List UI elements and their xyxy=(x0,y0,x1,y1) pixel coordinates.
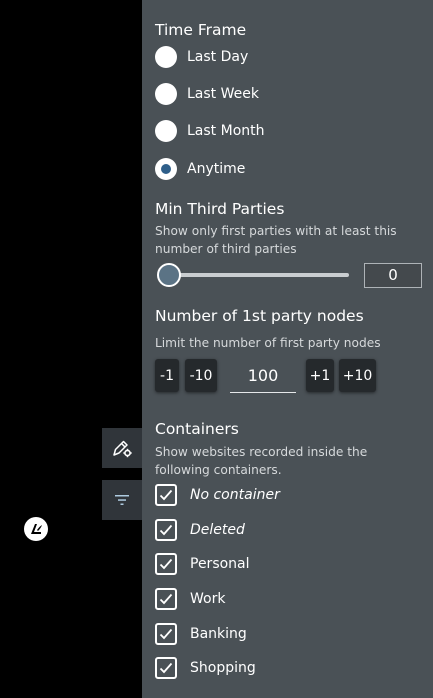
containers-description: Show websites recorded inside the follow… xyxy=(155,445,368,477)
radio-button-selected[interactable] xyxy=(155,158,177,180)
filter-panel: Time Frame Last Day Last Week Last Month… xyxy=(142,0,433,698)
lightbeam-logo-icon[interactable] xyxy=(24,517,48,541)
container-label: Shopping xyxy=(190,660,256,676)
checkmark-icon xyxy=(159,558,173,570)
first-party-nodes-description: Limit the number of first party nodes xyxy=(155,336,381,350)
settings-pencil-icon xyxy=(113,440,132,458)
radio-last-week[interactable]: Last Week xyxy=(155,82,259,106)
first-party-nodes-input[interactable]: 100 xyxy=(230,362,296,393)
checkmark-icon xyxy=(159,628,173,640)
radio-last-day[interactable]: Last Day xyxy=(155,45,248,69)
container-label: Personal xyxy=(190,556,250,572)
radio-label: Last Month xyxy=(187,123,265,139)
checkbox[interactable] xyxy=(155,484,177,506)
containers-title: Containers xyxy=(155,420,239,438)
radio-anytime[interactable]: Anytime xyxy=(155,157,245,181)
checkbox[interactable] xyxy=(155,553,177,575)
radio-last-month[interactable]: Last Month xyxy=(155,119,265,143)
radio-label: Last Week xyxy=(187,86,259,102)
radio-selected-dot xyxy=(161,164,171,174)
minus-10-button[interactable]: -10 xyxy=(185,359,217,392)
container-banking[interactable]: Banking xyxy=(155,622,247,646)
container-label: No container xyxy=(190,487,280,503)
checkmark-icon xyxy=(159,593,173,605)
min-third-parties-slider-track[interactable] xyxy=(164,273,349,277)
radio-button[interactable] xyxy=(155,83,177,105)
settings-button[interactable] xyxy=(102,428,142,468)
checkbox[interactable] xyxy=(155,623,177,645)
time-frame-title: Time Frame xyxy=(155,21,247,39)
radio-button[interactable] xyxy=(155,46,177,68)
min-third-parties-title: Min Third Parties xyxy=(155,200,285,218)
filter-icon xyxy=(115,495,129,505)
container-label: Deleted xyxy=(190,522,245,538)
container-work[interactable]: Work xyxy=(155,587,225,611)
radio-label: Anytime xyxy=(187,161,246,177)
radio-label: Last Day xyxy=(187,49,249,65)
container-label: Work xyxy=(190,591,226,607)
container-label: Banking xyxy=(190,626,247,642)
checkbox[interactable] xyxy=(155,657,177,679)
checkmark-icon xyxy=(159,662,173,674)
first-party-nodes-title: Number of 1st party nodes xyxy=(155,307,364,325)
plus-1-button[interactable]: +1 xyxy=(306,359,334,392)
min-third-parties-slider-thumb[interactable] xyxy=(157,263,181,287)
container-no-container[interactable]: No container xyxy=(155,483,280,507)
container-personal[interactable]: Personal xyxy=(155,552,250,576)
minus-1-button[interactable]: -1 xyxy=(155,359,179,392)
plus-10-button[interactable]: +10 xyxy=(339,359,376,392)
checkmark-icon xyxy=(159,524,173,536)
min-third-parties-description: Show only first parties with at least th… xyxy=(155,224,397,256)
container-shopping[interactable]: Shopping xyxy=(155,656,256,680)
filter-button[interactable] xyxy=(102,480,142,520)
container-deleted[interactable]: Deleted xyxy=(155,518,245,542)
checkbox[interactable] xyxy=(155,519,177,541)
radio-button[interactable] xyxy=(155,120,177,142)
checkmark-icon xyxy=(159,489,173,501)
checkbox[interactable] xyxy=(155,588,177,610)
min-third-parties-value-input[interactable]: 0 xyxy=(364,263,422,288)
